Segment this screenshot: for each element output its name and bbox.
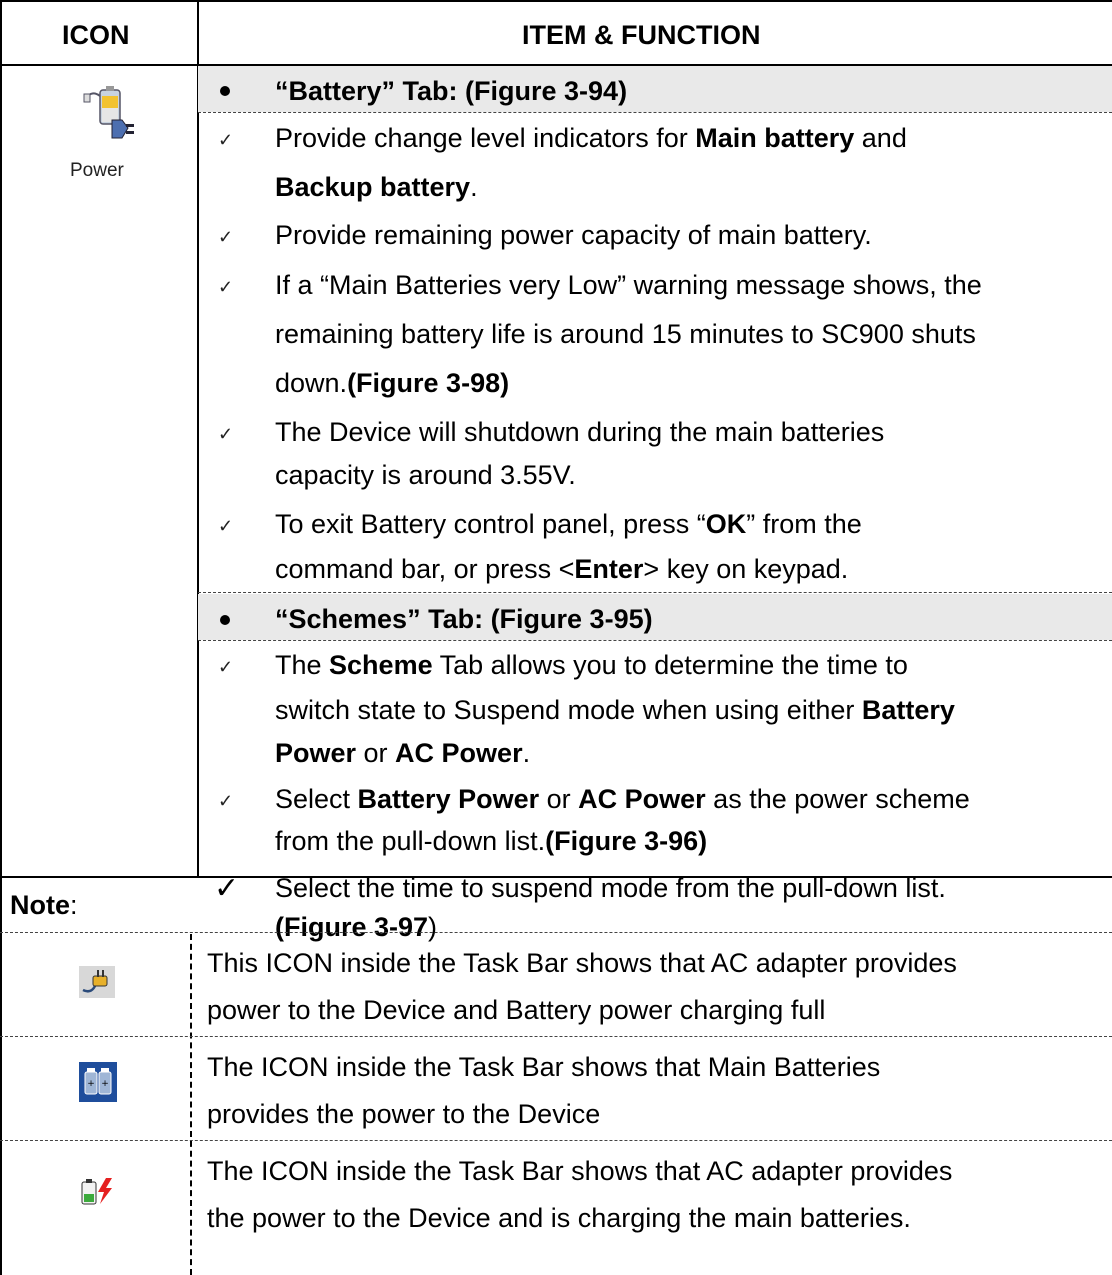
checkmark-icon: ✓ bbox=[218, 791, 234, 811]
schemes_tab-line: from the pull-down list.(Figure 3-96) bbox=[275, 826, 708, 856]
checkmark-icon: ✓ bbox=[214, 872, 240, 905]
checkmark-icon: ✓ bbox=[218, 277, 234, 297]
column-divider bbox=[197, 0, 199, 876]
divider bbox=[0, 1140, 1112, 1141]
schemes_tab-line: Select Battery Power or AC Power as the … bbox=[275, 784, 970, 814]
divider bbox=[198, 592, 1112, 593]
note-3-line-2: the power to the Device and is charging … bbox=[207, 1203, 911, 1233]
document-page: ICON ITEM & FUNCTION Power “Battery” Tab… bbox=[0, 0, 1112, 1275]
schemes_tab-line: switch state to Suspend mode when using … bbox=[275, 695, 955, 725]
header-item-function: ITEM & FUNCTION bbox=[522, 20, 761, 50]
checkmark-icon: ✓ bbox=[218, 424, 234, 444]
schemes-tab-title: “Schemes” Tab: (Figure 3-95) bbox=[275, 604, 653, 634]
svg-text:+: + bbox=[87, 1079, 95, 1089]
battery_tab-line: remaining battery life is around 15 minu… bbox=[275, 319, 976, 349]
main-batteries-icon: + + bbox=[79, 1062, 117, 1102]
schemes_tab-line: The Scheme Tab allows you to determine t… bbox=[275, 650, 908, 680]
checkmark-icon: ✓ bbox=[218, 516, 234, 536]
checkmark-icon: ✓ bbox=[218, 227, 234, 247]
power-icon-label: Power bbox=[70, 160, 124, 181]
schemes_tab-line: Select the time to suspend mode from the… bbox=[275, 873, 946, 903]
bullet-icon bbox=[220, 86, 230, 96]
divider bbox=[198, 640, 1112, 641]
note-1-line-1: This ICON inside the Task Bar shows that… bbox=[207, 948, 957, 978]
checkmark-icon: ✓ bbox=[218, 657, 234, 677]
battery-charging-icon bbox=[80, 1176, 118, 1206]
battery_tab-line: command bar, or press <Enter> key on key… bbox=[275, 554, 849, 584]
note-2-line-1: The ICON inside the Task Bar shows that … bbox=[207, 1052, 881, 1082]
battery-tab-title: “Battery” Tab: (Figure 3-94) bbox=[275, 76, 628, 106]
checkmark-icon: ✓ bbox=[218, 130, 234, 150]
battery_tab-line: If a “Main Batteries very Low” warning m… bbox=[275, 270, 982, 300]
battery_tab-line: down.(Figure 3-98) bbox=[275, 368, 510, 398]
battery_tab-line: To exit Battery control panel, press “OK… bbox=[275, 509, 862, 539]
note-2-line-2: provides the power to the Device bbox=[207, 1099, 601, 1129]
battery_tab-line: The Device will shutdown during the main… bbox=[275, 417, 885, 447]
note-1-line-2: power to the Device and Battery power ch… bbox=[207, 995, 826, 1025]
header-icon: ICON bbox=[62, 20, 130, 50]
note-column-divider bbox=[190, 934, 192, 1275]
power-icon bbox=[82, 84, 146, 144]
battery_tab-line: Provide change level indicators for Main… bbox=[275, 123, 907, 153]
schemes_tab-line: (Figure 3-97) bbox=[275, 912, 438, 942]
table-top-border bbox=[0, 0, 1112, 2]
schemes_tab-line: Power or AC Power. bbox=[275, 738, 531, 768]
note-3-line-1: The ICON inside the Task Bar shows that … bbox=[207, 1156, 953, 1186]
battery_tab-line: Backup battery. bbox=[275, 172, 478, 202]
table-left-border bbox=[0, 0, 2, 1275]
ac-plug-icon bbox=[79, 966, 115, 998]
divider bbox=[198, 112, 1112, 113]
svg-text:+: + bbox=[101, 1079, 109, 1089]
divider bbox=[0, 1036, 1112, 1037]
battery_tab-line: Provide remaining power capacity of main… bbox=[275, 220, 872, 250]
divider bbox=[0, 932, 1112, 933]
battery_tab-line: capacity is around 3.55V. bbox=[275, 460, 576, 490]
note-label: Note: bbox=[10, 890, 78, 920]
bullet-icon bbox=[220, 615, 230, 625]
